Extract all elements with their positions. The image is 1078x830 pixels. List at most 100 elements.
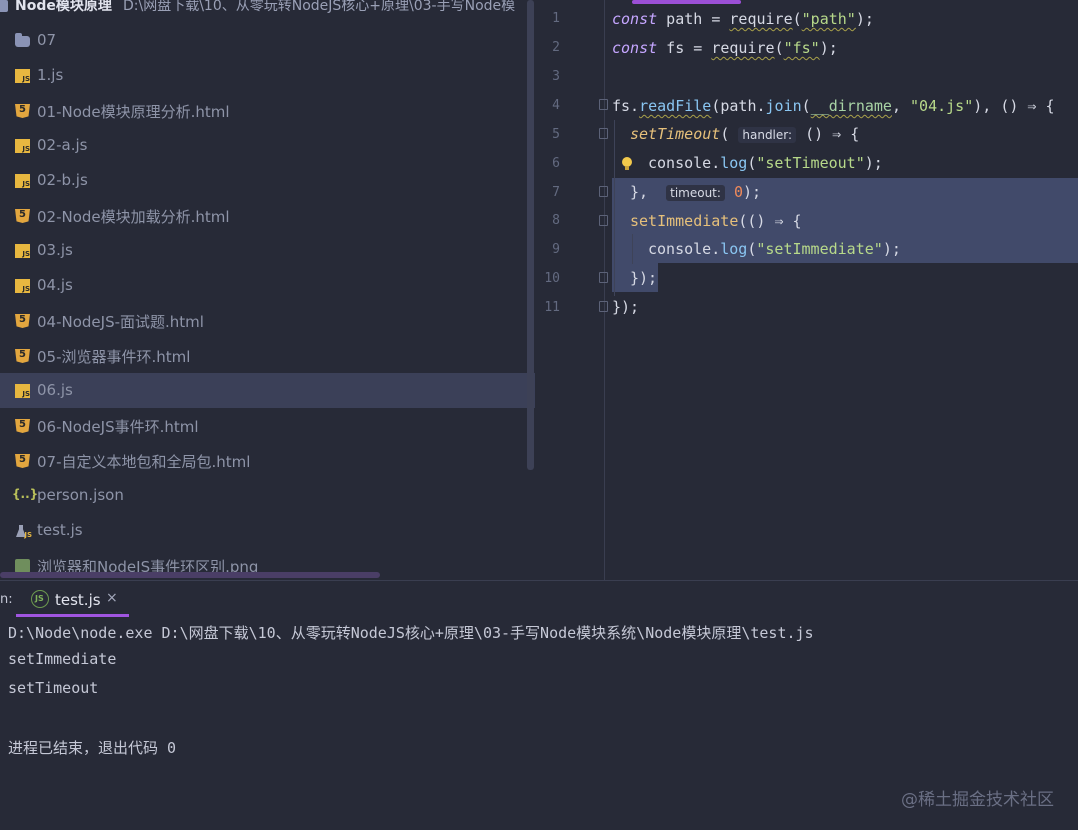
code-token: ( [792, 10, 802, 28]
code-token: const [612, 39, 658, 57]
code-token: (() ⇒ { [738, 212, 802, 230]
code-token: }, [630, 183, 667, 201]
code-token: ( [720, 125, 739, 143]
tree-item-person-json[interactable]: person.json [0, 478, 535, 513]
project-root-name: Node模块原理 [15, 0, 112, 14]
code-line-5[interactable]: setTimeout( handler: () ⇒ { [630, 120, 859, 149]
run-panel: n: test.js × D:\Node\node.exe D:\网盘下载\10… [0, 580, 1078, 830]
test-js-file-icon [15, 524, 32, 539]
tree-item-02-html[interactable]: 02-Node模块加载分析.html [0, 198, 535, 233]
code-line-10[interactable]: }); [630, 264, 657, 293]
code-token: ( [774, 39, 784, 57]
line-number: 1 [552, 11, 560, 26]
line-number: 6 [552, 156, 560, 171]
code-line-8[interactable]: setImmediate(() ⇒ { [630, 207, 802, 236]
tree-item-04-js[interactable]: 04.js [0, 268, 535, 303]
code-token: fs = [657, 39, 712, 57]
code-line-1[interactable]: const path = require("path"); [612, 5, 874, 34]
code-token: fs. [612, 97, 640, 115]
project-tree-panel: Node模块原理 D:\网盘下载\10、从零玩转NodeJS核心+原理\03-手… [0, 0, 535, 580]
tree-item-07-html[interactable]: 07-自定义本地包和全局包.html [0, 443, 535, 478]
tree-item-1-js[interactable]: 1.js [0, 58, 535, 93]
tree-item-label: test.js [37, 521, 83, 539]
tree-item-02-b-js[interactable]: 02-b.js [0, 163, 535, 198]
code-editor[interactable]: 1 2 3 4 5 6 7 8 9 10 11 const path = req… [535, 0, 1078, 580]
fold-icon[interactable] [599, 186, 608, 197]
project-root-row[interactable]: Node模块原理 D:\网盘下载\10、从零玩转NodeJS核心+原理\03-手… [0, 0, 535, 22]
code-token: ); [864, 154, 883, 172]
code-token: const [612, 10, 658, 28]
html-file-icon [15, 454, 30, 468]
tree-item-06-html[interactable]: 06-NodeJS事件环.html [0, 408, 535, 443]
fold-icon[interactable] [599, 128, 608, 139]
tree-item-06-js[interactable]: 06.js [0, 373, 535, 408]
gutter-separator [604, 0, 605, 580]
console-output-line: 进程已结束，退出代码 0 [8, 739, 177, 757]
tree-item-label: 02-b.js [37, 171, 88, 189]
run-panel-label: n: [0, 592, 13, 607]
code-token: require [729, 10, 793, 28]
fold-icon[interactable] [599, 99, 608, 110]
folder-icon [0, 0, 8, 12]
html-file-icon [15, 209, 30, 223]
tree-item-label: 04.js [37, 276, 73, 294]
tree-item-03-js[interactable]: 03.js [0, 233, 535, 268]
js-file-icon [15, 279, 30, 293]
json-file-icon [12, 487, 38, 503]
nodejs-icon [31, 590, 49, 608]
project-vertical-scrollbar[interactable] [527, 0, 534, 470]
line-number: 3 [552, 69, 560, 84]
tree-item-02-a-js[interactable]: 02-a.js [0, 128, 535, 163]
fold-icon[interactable] [599, 272, 608, 283]
html-file-icon [15, 314, 30, 328]
tree-item-label: 03.js [37, 241, 73, 259]
fold-icon[interactable] [599, 301, 608, 312]
line-number: 5 [552, 127, 560, 142]
indent-guide [614, 120, 615, 296]
tree-item-07[interactable]: 07 [0, 23, 535, 58]
code-line-7[interactable]: }, timeout: 0); [630, 178, 761, 207]
code-line-6[interactable]: console.log("setTimeout"); [648, 149, 883, 178]
code-token: console. [648, 154, 721, 172]
run-tab-test-js[interactable]: test.js × [16, 581, 129, 617]
html-file-icon [15, 419, 30, 433]
line-number: 2 [552, 40, 560, 55]
code-token: ); [819, 39, 838, 57]
code-line-11[interactable]: }); [612, 293, 639, 322]
code-token: (path. [711, 97, 766, 115]
parameter-hint: handler: [738, 127, 797, 143]
code-token: log [720, 240, 748, 258]
tree-item-label: 06.js [37, 381, 73, 399]
code-token: setImmediate [630, 212, 739, 230]
indent-guide [632, 234, 633, 264]
tree-item-01-html[interactable]: 01-Node模块原理分析.html [0, 93, 535, 128]
fold-icon[interactable] [599, 215, 608, 226]
tree-item-label: 01-Node模块原理分析.html [37, 103, 230, 121]
code-token: ); [855, 10, 874, 28]
code-line-2[interactable]: const fs = require("fs"); [612, 34, 838, 63]
tree-item-test-js[interactable]: test.js [0, 513, 535, 548]
run-tab-label: test.js [55, 591, 101, 609]
tree-item-05-html[interactable]: 05-浏览器事件环.html [0, 338, 535, 373]
console-output-line: setImmediate [8, 650, 117, 668]
js-file-icon [15, 69, 30, 83]
folder-icon [15, 33, 30, 47]
close-icon[interactable]: × [106, 590, 118, 606]
code-token: path = [657, 10, 730, 28]
code-token: console. [648, 240, 721, 258]
lightbulb-icon[interactable] [620, 155, 633, 172]
code-token: "fs" [783, 39, 820, 57]
console-output-line: D:\Node\node.exe D:\网盘下载\10、从零玩转NodeJS核心… [8, 624, 814, 642]
line-number: 4 [552, 98, 560, 113]
tree-item-04-html[interactable]: 04-NodeJS-面试题.html [0, 303, 535, 338]
code-token: "04.js" [910, 97, 974, 115]
code-token: __dirname [810, 97, 892, 115]
tree-item-label: 02-Node模块加载分析.html [37, 208, 230, 226]
js-file-icon [15, 244, 30, 258]
code-line-9[interactable]: console.log("setImmediate"); [648, 235, 901, 264]
line-number: 11 [544, 300, 560, 315]
project-horizontal-scrollbar[interactable] [0, 572, 380, 578]
code-token: }); [612, 298, 640, 316]
code-line-4[interactable]: fs.readFile(path.join(__dirname, "04.js"… [612, 92, 1055, 121]
tree-item-label: person.json [37, 486, 124, 504]
